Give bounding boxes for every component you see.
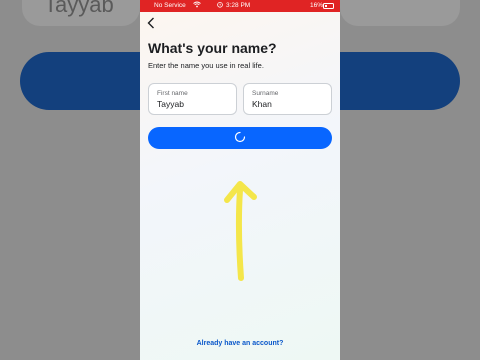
battery-icon bbox=[323, 3, 334, 9]
page-title: What's your name? bbox=[148, 40, 277, 56]
phone-screen: No Service 3:28 PM 16% What's your name?… bbox=[140, 0, 340, 360]
surname-label: Surname bbox=[252, 90, 279, 97]
surname-field[interactable]: Surname Khan bbox=[243, 83, 332, 115]
next-button[interactable] bbox=[148, 127, 332, 149]
back-button[interactable] bbox=[147, 17, 155, 31]
surname-value: Khan bbox=[252, 99, 272, 109]
battery-percent: 16% bbox=[310, 2, 324, 9]
alarm-icon bbox=[217, 1, 223, 10]
spinner-icon bbox=[234, 131, 246, 143]
status-time: 3:28 PM bbox=[226, 2, 251, 9]
page-subtitle: Enter the name you use in real life. bbox=[148, 61, 264, 70]
annotation-arrow bbox=[224, 181, 257, 281]
background-surname-field bbox=[340, 0, 460, 26]
first-name-label: First name bbox=[157, 90, 188, 97]
background-name-value: Tayyab bbox=[44, 0, 114, 17]
status-bar: No Service 3:28 PM 16% bbox=[140, 0, 340, 12]
first-name-value: Tayyab bbox=[157, 99, 184, 109]
wifi-icon bbox=[193, 1, 201, 10]
first-name-field[interactable]: First name Tayyab bbox=[148, 83, 237, 115]
carrier-text: No Service bbox=[154, 2, 186, 9]
background-name-field: Tayyab bbox=[22, 0, 140, 26]
chevron-left-icon bbox=[147, 17, 154, 29]
login-link[interactable]: Already have an account? bbox=[140, 340, 340, 347]
